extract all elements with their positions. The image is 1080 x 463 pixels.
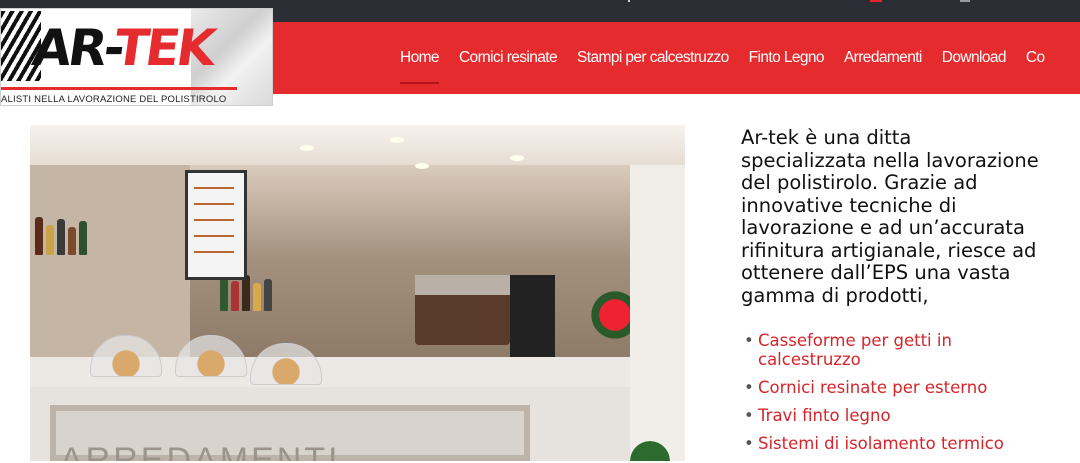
photo-menu-board: [185, 170, 247, 280]
nav-item-cornici-resinate[interactable]: Cornici resinate: [459, 22, 558, 94]
ceiling-light: [415, 163, 429, 169]
site-logo[interactable]: AR-TEK ALISTI NELLA LAVORAZIONE DEL POLI…: [0, 8, 273, 106]
company-description: Ar-tek è una ditta specializzata nella l…: [741, 126, 1039, 307]
nav-item-contatti[interactable]: Co: [1026, 22, 1045, 94]
photo-bottles: [220, 275, 275, 315]
bullet-icon: •: [744, 405, 754, 425]
photo-plant: [630, 435, 670, 461]
products-list: • Casseforme per getti in calcestruzzo • C…: [744, 331, 1044, 463]
bullet-icon: •: [744, 377, 754, 397]
top-bar-icons: [620, 0, 1080, 6]
logo-wordmark: AR-TEK: [29, 19, 217, 77]
nav-item-arredamenti[interactable]: Arredamenti: [844, 22, 922, 94]
photo-coffee-top: [415, 275, 510, 295]
ceiling-light: [390, 137, 404, 143]
photo-cake-dome: [250, 343, 322, 385]
product-link-label[interactable]: Casseforme per getti in calcestruzzo: [758, 331, 952, 369]
product-link-casseforme[interactable]: • Casseforme per getti in calcestruzzo: [744, 331, 1044, 369]
product-link-isolamento[interactable]: • Sistemi di isolamento termico: [744, 433, 1044, 454]
ceiling-light: [300, 145, 314, 151]
bullet-icon: •: [744, 433, 754, 453]
logo-underline: [1, 87, 237, 90]
photo-bottles: [35, 217, 90, 257]
social-icon[interactable]: [960, 0, 970, 2]
mail-icon[interactable]: [870, 0, 882, 2]
logo-ar-text: AR-: [28, 19, 119, 77]
main-nav: Home Cornici resinate Stampi per calcest…: [400, 22, 1065, 94]
bullet-icon: •: [744, 331, 754, 350]
nav-item-finto-legno[interactable]: Finto Legno: [749, 22, 825, 94]
hero-photo: ARREDAMENTI: [30, 125, 685, 461]
photo-right-wall: [630, 165, 685, 461]
logo-tek-text: TEK: [110, 19, 217, 77]
product-link-label[interactable]: Travi finto legno: [758, 406, 891, 425]
product-link-label[interactable]: Sistemi di isolamento termico: [758, 434, 1004, 453]
product-link-travi[interactable]: • Travi finto legno: [744, 405, 1044, 426]
photo-caption: ARREDAMENTI: [60, 441, 341, 461]
photo-ceiling: [30, 125, 685, 169]
photo-fridge: [510, 275, 555, 360]
product-link-label[interactable]: Cornici resinate per esterno: [758, 378, 987, 397]
ceiling-light: [510, 155, 524, 161]
logo-tagline: ALISTI NELLA LAVORAZIONE DEL POLISTIROLO: [1, 94, 227, 105]
nav-item-home[interactable]: Home: [400, 22, 440, 94]
product-link-cornici[interactable]: • Cornici resinate per esterno: [744, 377, 1044, 398]
phone-icon: [628, 0, 630, 2]
nav-item-download[interactable]: Download: [942, 22, 1007, 94]
nav-item-stampi-calcestruzzo[interactable]: Stampi per calcestruzzo: [577, 22, 729, 94]
